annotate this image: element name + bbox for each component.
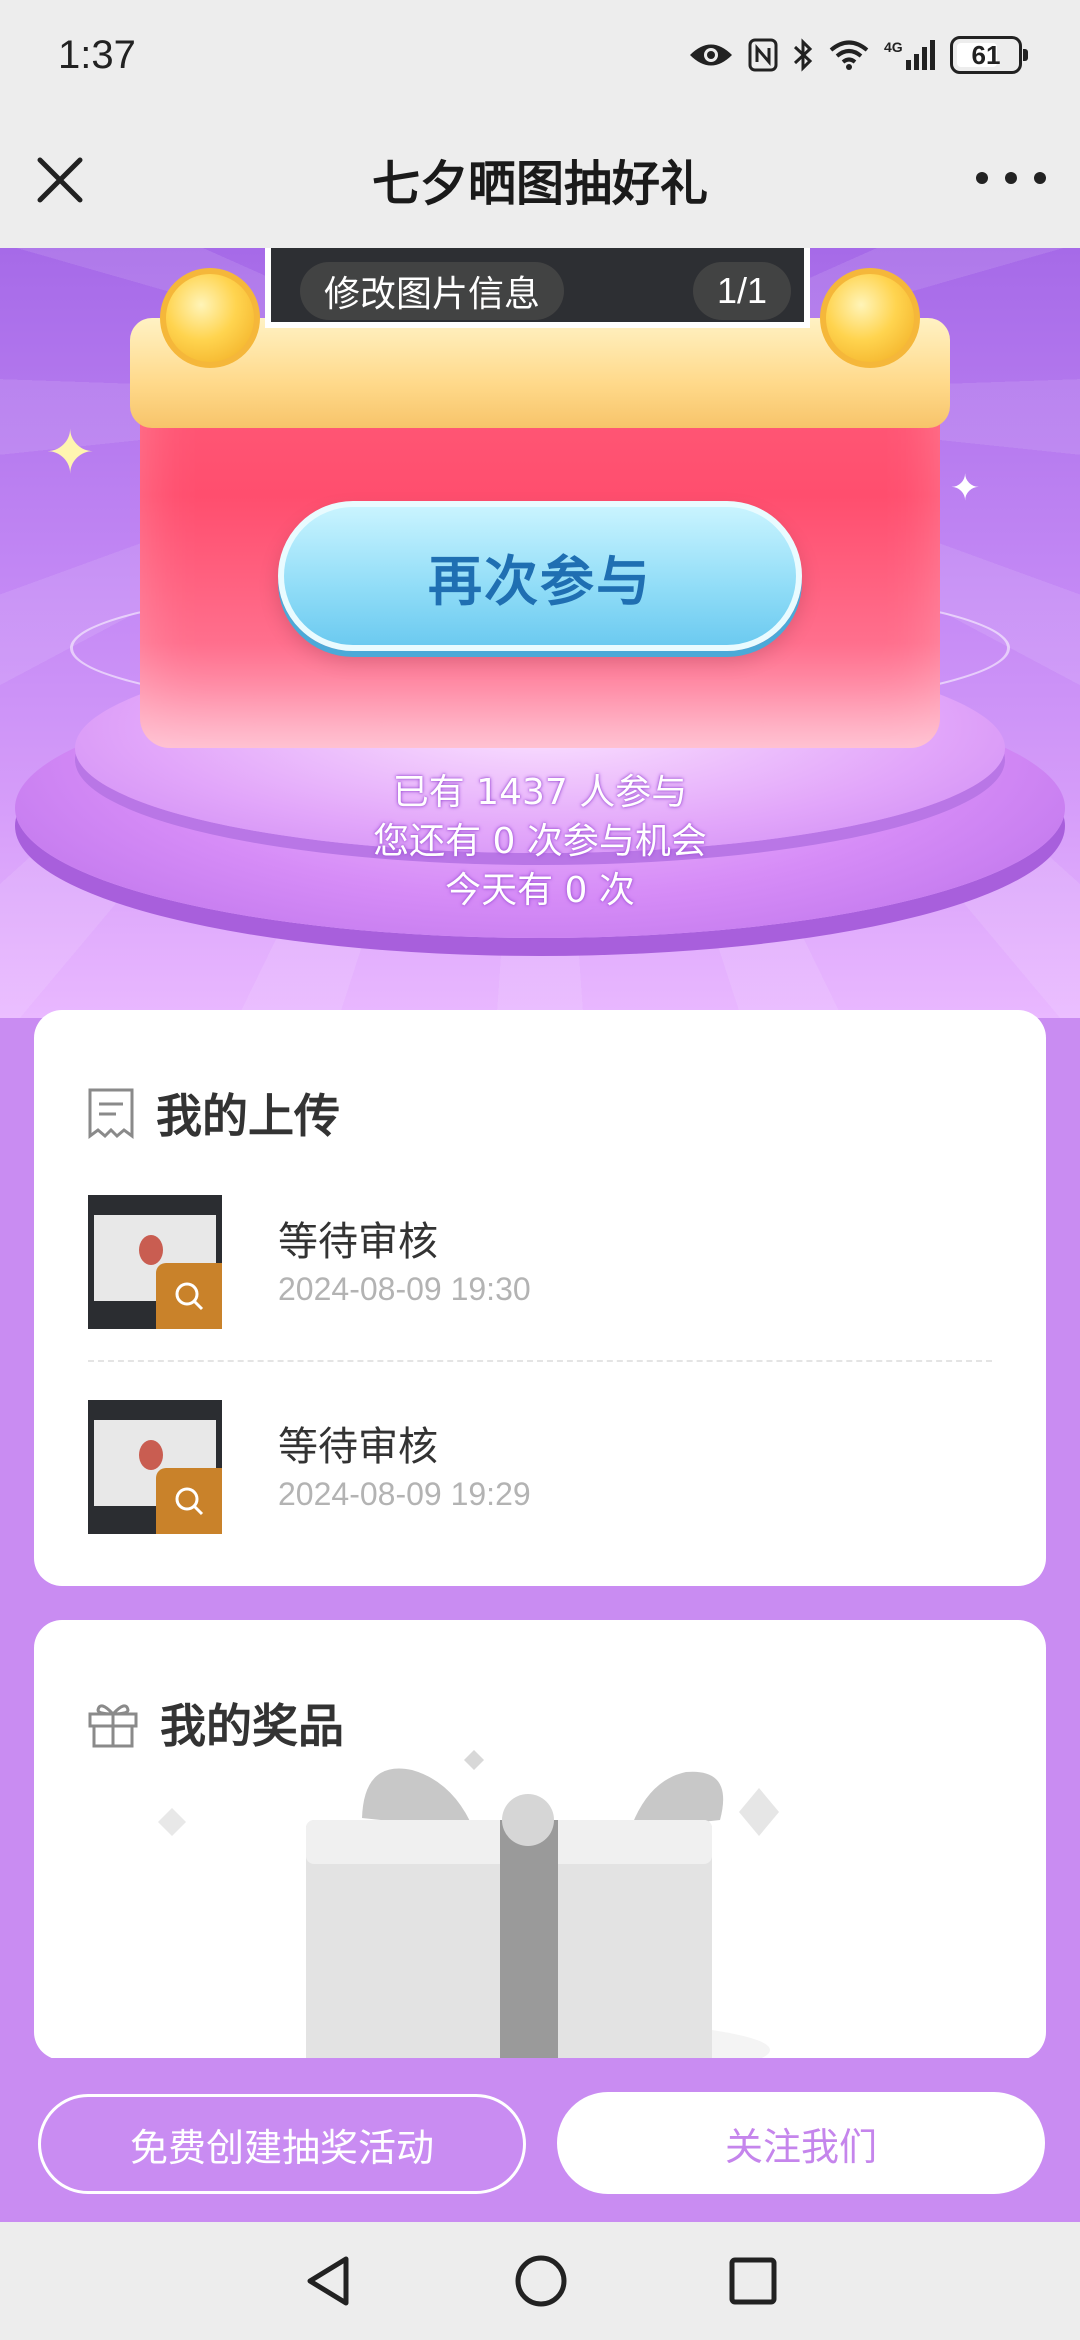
participation-stats: 已有 1437 人参与 您还有 0 次参与机会 今天有 0 次 [0, 768, 1080, 915]
divider [88, 1360, 992, 1362]
upload-status: 等待审核 [278, 1424, 438, 1470]
more-icon[interactable] [976, 158, 1046, 198]
bottom-action-bar: 免费创建抽奖活动 关注我们 [0, 2058, 1080, 2222]
home-icon[interactable] [514, 2254, 568, 2308]
coin-left-icon [160, 268, 260, 368]
my-prizes-title: 我的奖品 [160, 1699, 344, 1753]
upload-time: 2024-08-09 19:30 [278, 1271, 531, 1307]
sparkle-icon: ✦ [45, 418, 96, 488]
eye-icon [690, 44, 732, 66]
my-prizes-card: 我的奖品 [34, 1620, 1046, 2060]
today-chances: 今天有 0 次 [445, 870, 635, 911]
sparkle-icon: ✦ [950, 468, 981, 509]
battery-level: 61 [971, 39, 1001, 70]
gift-icon [88, 1704, 138, 1748]
my-uploads-card: 我的上传 等待审核 2024-08-09 19:30 等待审核 2024-08-… [34, 1010, 1046, 1586]
upload-thumbnail[interactable] [88, 1195, 222, 1329]
wifi-icon [829, 40, 869, 70]
upload-item[interactable]: 等待审核 2024-08-09 19:30 [88, 1195, 988, 1329]
status-icons: 4G 61 [688, 36, 1028, 74]
page-indicator: 1/1 [693, 262, 791, 320]
empty-prize-gift-illustration [158, 1750, 779, 2060]
my-uploads-header: 我的上传 [86, 1080, 340, 1146]
create-lottery-button[interactable]: 免费创建抽奖活动 [38, 2094, 526, 2194]
rejoin-button[interactable]: 再次参与 [278, 501, 802, 651]
svg-text:4G: 4G [884, 39, 903, 55]
my-uploads-title: 我的上传 [156, 1089, 340, 1143]
upload-status: 等待审核 [278, 1219, 438, 1265]
follow-us-button[interactable]: 关注我们 [557, 2092, 1045, 2194]
my-prizes-header: 我的奖品 [86, 1690, 344, 1756]
recents-icon[interactable] [728, 2256, 778, 2306]
title-bar: 七夕晒图抽好礼 [0, 110, 1080, 248]
coin-right-icon [820, 268, 920, 368]
system-nav-bar [0, 2222, 1080, 2340]
close-icon[interactable] [30, 150, 90, 210]
modify-image-info-button[interactable]: 修改图片信息 [300, 262, 565, 320]
bluetooth-icon [793, 38, 813, 72]
upload-thumbnail[interactable] [88, 1400, 222, 1534]
zoom-icon[interactable] [156, 1263, 222, 1329]
participants-count: 已有 1437 人参与 [392, 772, 688, 813]
signal-4g-icon: 4G [884, 39, 935, 70]
upload-time: 2024-08-09 19:29 [278, 1476, 531, 1512]
back-icon[interactable] [302, 2254, 354, 2308]
nfc-icon [748, 38, 778, 72]
chances-left: 您还有 0 次参与机会 [373, 821, 707, 862]
status-bar: 1:37 4G 61 [0, 0, 1080, 110]
receipt-icon [88, 1088, 134, 1139]
status-time: 1:37 [58, 32, 136, 77]
battery-icon: 61 [950, 36, 1028, 74]
zoom-icon[interactable] [156, 1468, 222, 1534]
upload-item[interactable]: 等待审核 2024-08-09 19:29 [88, 1400, 988, 1534]
page-title: 七夕晒图抽好礼 [371, 156, 708, 212]
hero-banner: 修改图片信息 1/1 ✦ ✦ 再次参与 已有 1437 人参与 您还有 0 次参… [0, 248, 1080, 1018]
